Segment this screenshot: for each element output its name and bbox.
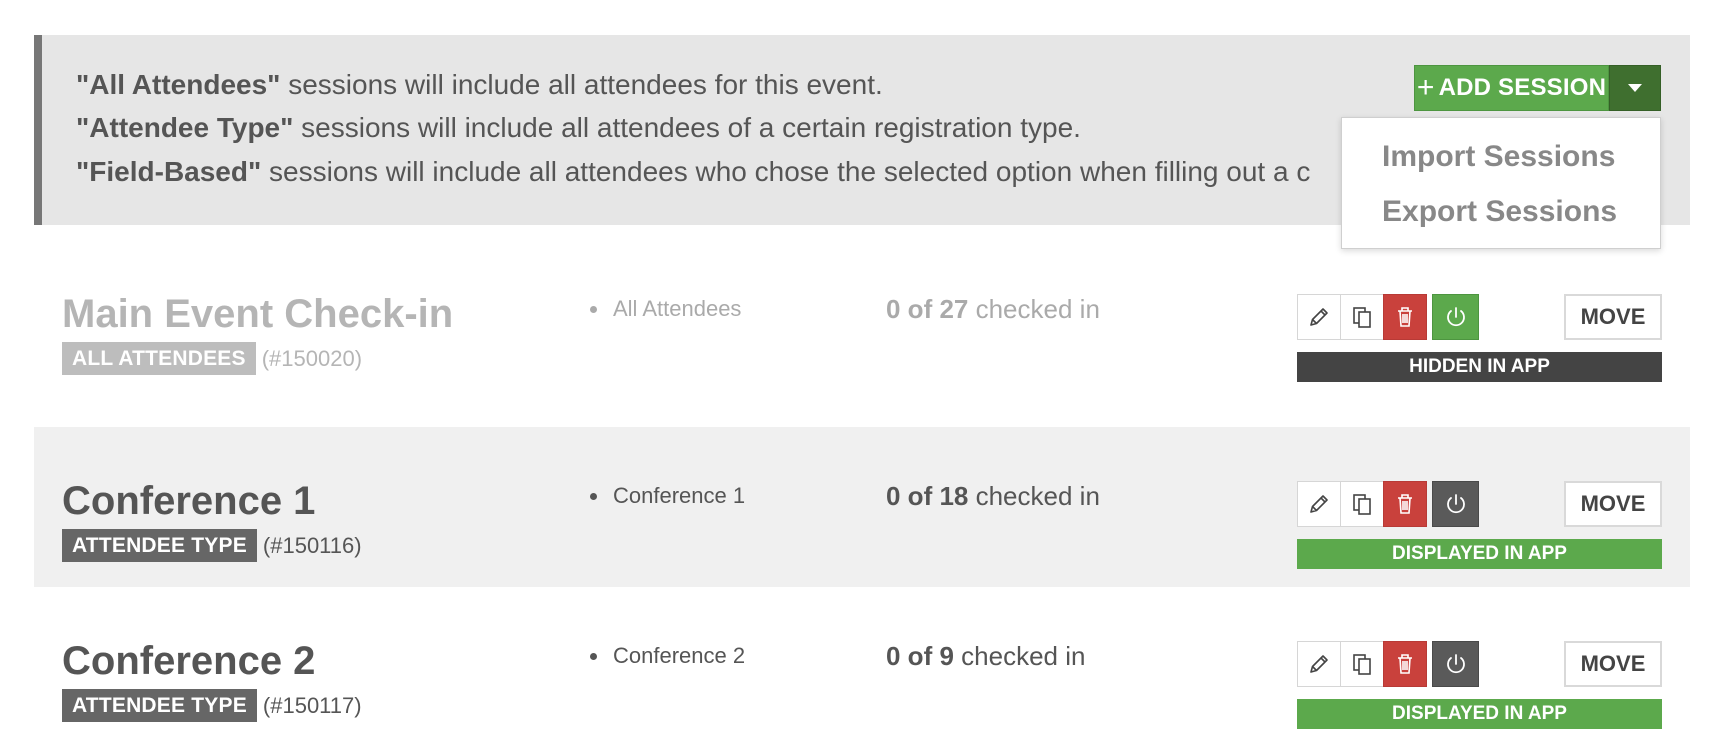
pencil-icon (1310, 308, 1328, 326)
checkin-number: 0 of 9 (886, 641, 954, 671)
info-line-attendee-type: "Attendee Type" sessions will include al… (76, 112, 1081, 144)
session-criteria: Conference 1 (590, 483, 745, 509)
power-icon (1446, 494, 1465, 514)
checkin-number: 0 of 27 (886, 294, 969, 324)
caret-down-icon (1628, 84, 1642, 92)
app-visibility-status: DISPLAYED IN APP (1297, 539, 1662, 569)
session-criteria: All Attendees (590, 296, 741, 322)
session-criteria: Conference 2 (590, 643, 745, 669)
delete-button[interactable] (1383, 481, 1427, 527)
bullet-icon (590, 305, 597, 313)
session-row: Conference 1 ATTENDEE TYPE (#150116) Con… (34, 427, 1690, 587)
duplicate-button[interactable] (1340, 294, 1384, 340)
session-title[interactable]: Main Event Check-in (62, 292, 453, 337)
info-desc: sessions will include all attendees for … (280, 69, 883, 100)
session-actions (1297, 481, 1479, 527)
copy-icon (1353, 494, 1371, 515)
session-id: (#150020) (261, 345, 363, 371)
session-row: Main Event Check-in ALL ATTENDEES (#1500… (34, 240, 1690, 400)
checkin-label: checked in (968, 481, 1100, 511)
copy-icon (1353, 307, 1371, 328)
add-session-split-button: + ADD SESSION (1414, 65, 1661, 111)
add-session-label: ADD SESSION (1438, 74, 1607, 101)
checkin-count: 0 of 27 checked in (886, 294, 1100, 325)
move-button[interactable]: MOVE (1564, 481, 1662, 527)
bullet-icon (590, 652, 597, 660)
criteria-label: All Attendees (613, 296, 742, 321)
toggle-visibility-button[interactable] (1432, 641, 1479, 687)
pencil-icon (1310, 655, 1328, 673)
session-actions (1297, 641, 1479, 687)
info-desc: sessions will include all attendees of a… (293, 112, 1081, 143)
session-id: (#150117) (262, 692, 362, 718)
toggle-visibility-button[interactable] (1432, 481, 1479, 527)
add-session-dropdown-toggle[interactable] (1609, 65, 1661, 111)
session-meta: ATTENDEE TYPE (#150116) (62, 529, 362, 562)
info-term: "All Attendees" (76, 69, 281, 100)
toggle-visibility-button[interactable] (1432, 294, 1479, 340)
bullet-icon (590, 492, 597, 500)
power-icon (1446, 654, 1465, 674)
menu-item-export-sessions[interactable]: Export Sessions (1382, 195, 1617, 229)
session-meta: ALL ATTENDEES (#150020) (62, 342, 362, 375)
criteria-label: Conference 1 (613, 483, 746, 508)
menu-item-import-sessions[interactable]: Import Sessions (1382, 140, 1615, 174)
add-session-menu: Import Sessions Export Sessions (1341, 117, 1661, 249)
trash-icon (1398, 494, 1412, 514)
info-line-all-attendees: "All Attendees" sessions will include al… (76, 69, 883, 101)
trash-icon (1398, 307, 1412, 327)
session-title[interactable]: Conference 1 (62, 479, 315, 524)
info-term: "Attendee Type" (76, 112, 294, 143)
session-type-badge: ATTENDEE TYPE (62, 529, 257, 562)
session-title[interactable]: Conference 2 (62, 639, 315, 684)
info-desc: sessions will include all attendees who … (261, 156, 1311, 187)
delete-button[interactable] (1383, 641, 1427, 687)
plus-icon: + (1416, 71, 1435, 104)
duplicate-button[interactable] (1340, 641, 1384, 687)
session-type-badge: ATTENDEE TYPE (62, 689, 257, 722)
session-meta: ATTENDEE TYPE (#150117) (62, 689, 362, 722)
app-visibility-status: DISPLAYED IN APP (1297, 699, 1662, 729)
checkin-count: 0 of 9 checked in (886, 641, 1085, 672)
trash-icon (1398, 654, 1412, 674)
delete-button[interactable] (1383, 294, 1427, 340)
pencil-icon (1310, 495, 1328, 513)
checkin-number: 0 of 18 (886, 481, 969, 511)
move-button[interactable]: MOVE (1564, 641, 1662, 687)
copy-icon (1353, 654, 1371, 675)
checkin-label: checked in (953, 641, 1086, 671)
info-term: "Field-Based" (76, 156, 262, 187)
session-actions (1297, 294, 1479, 340)
add-session-button[interactable]: + ADD SESSION (1414, 65, 1609, 111)
session-id: (#150116) (262, 532, 362, 558)
info-line-field-based: "Field-Based" sessions will include all … (76, 156, 1310, 188)
edit-button[interactable] (1297, 481, 1341, 527)
edit-button[interactable] (1297, 294, 1341, 340)
move-button[interactable]: MOVE (1564, 294, 1662, 340)
edit-button[interactable] (1297, 641, 1341, 687)
criteria-label: Conference 2 (613, 643, 746, 668)
power-icon (1446, 307, 1465, 327)
session-type-badge: ALL ATTENDEES (62, 342, 256, 375)
duplicate-button[interactable] (1340, 481, 1384, 527)
checkin-label: checked in (968, 294, 1100, 324)
app-visibility-status: HIDDEN IN APP (1297, 352, 1662, 382)
session-row: Conference 2 ATTENDEE TYPE (#150117) Con… (34, 587, 1690, 747)
checkin-count: 0 of 18 checked in (886, 481, 1100, 512)
